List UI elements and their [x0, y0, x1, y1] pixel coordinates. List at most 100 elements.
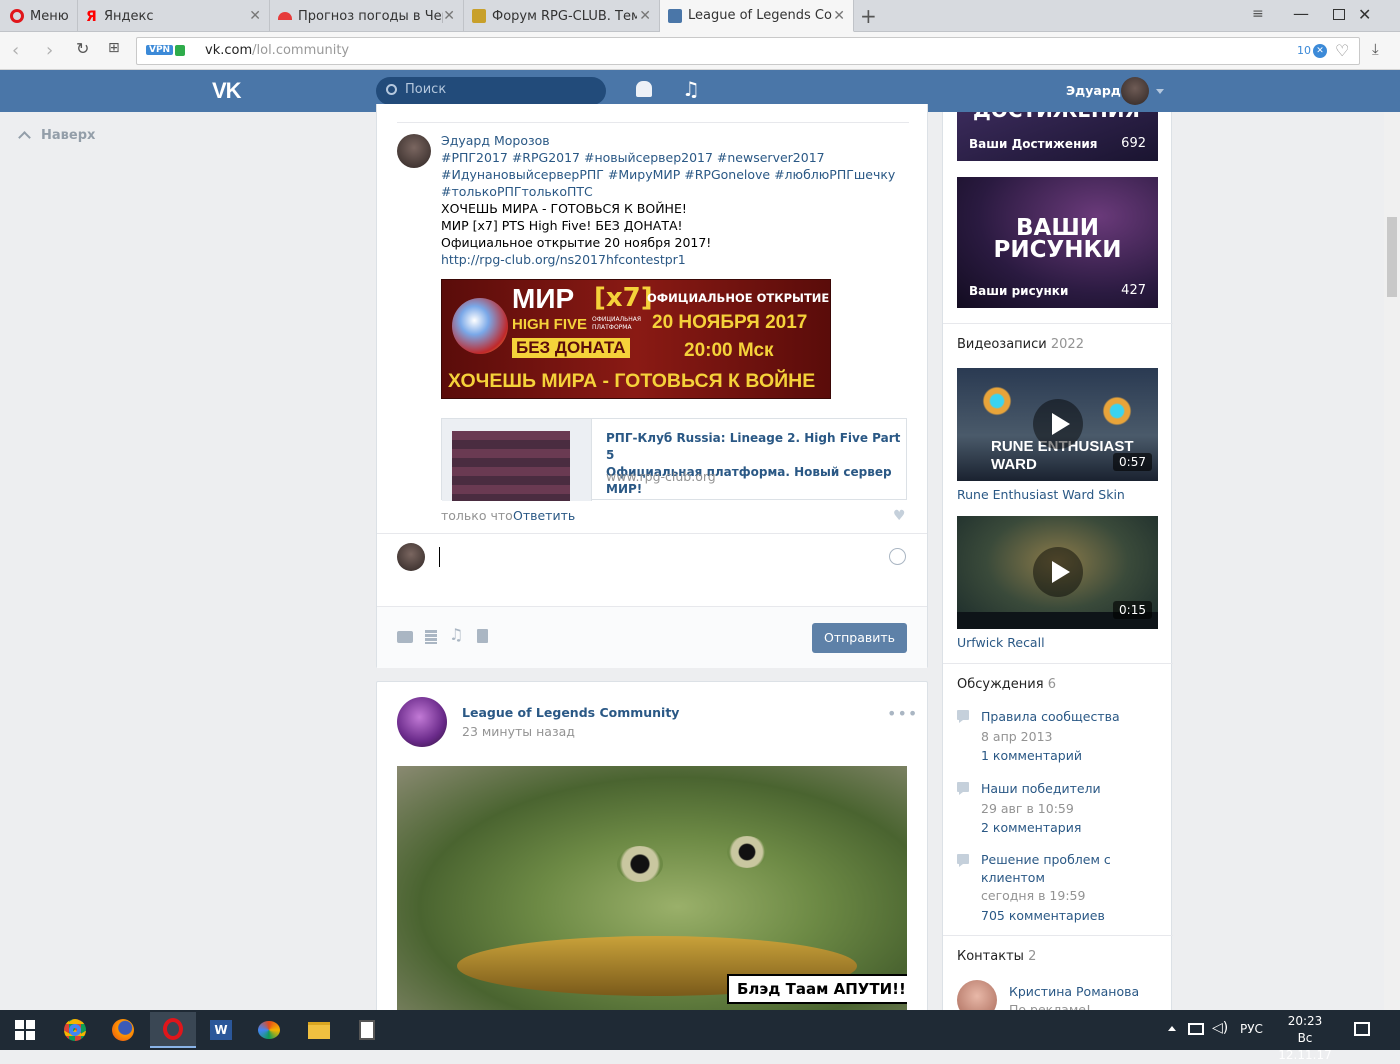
- reply-input[interactable]: [439, 547, 889, 567]
- page-scrollbar[interactable]: [1384, 112, 1400, 1010]
- comment-avatar[interactable]: [397, 134, 431, 168]
- archive-icon[interactable]: [344, 1012, 390, 1048]
- album-achievements[interactable]: ДОСТИЖЕНИЯ Ваши Достижения 692: [957, 112, 1158, 161]
- heart-icon[interactable]: ♡: [1335, 41, 1349, 60]
- comment-author[interactable]: Эдуард Морозов: [441, 132, 911, 149]
- discussion-title[interactable]: Наши победители: [957, 779, 1157, 799]
- video-title[interactable]: Urfwick Recall: [957, 635, 1045, 650]
- comment-bubble-icon: [957, 710, 969, 723]
- tab-menu-icon[interactable]: ≡: [1252, 6, 1264, 22]
- post-caption: Блэд Таам АПУТИ!!: [727, 974, 907, 1004]
- discussion-title[interactable]: Решение проблем с: [957, 851, 1157, 869]
- tab-title: Форум RPG-CLUB. Тема: N: [492, 8, 637, 24]
- search-box[interactable]: Поиск: [376, 77, 606, 105]
- back-icon[interactable]: ‹: [12, 40, 19, 61]
- music-icon[interactable]: ♫: [449, 625, 463, 644]
- like-icon[interactable]: ♥: [893, 508, 906, 524]
- minimize-icon[interactable]: —: [1293, 4, 1309, 23]
- contact-name[interactable]: Кристина Романова: [1009, 984, 1139, 999]
- video-thumbnail[interactable]: RUNE ENTHUSIAST WARD 0:57: [957, 368, 1158, 481]
- album-drawings[interactable]: ВАШИ РИСУНКИ Ваши рисунки 427: [957, 177, 1158, 308]
- comment-tags[interactable]: #толькоРПГтолькоПТС: [441, 183, 911, 200]
- back-to-top-link[interactable]: Наверх: [18, 128, 95, 144]
- close-icon[interactable]: ✕: [443, 8, 455, 24]
- tab-weather[interactable]: Прогноз погоды в Черни ✕: [270, 0, 464, 32]
- video-title[interactable]: Rune Enthusiast Ward Skin: [957, 487, 1125, 502]
- scrollbar-thumb[interactable]: [1387, 217, 1397, 297]
- forward-icon[interactable]: ›: [46, 40, 53, 61]
- contacts-title[interactable]: Контакты 2: [957, 949, 1036, 964]
- post-author[interactable]: League of Legends Community: [462, 705, 679, 720]
- reply-link[interactable]: Ответить: [513, 508, 575, 523]
- camera-icon[interactable]: [397, 631, 413, 643]
- language-indicator[interactable]: РУС: [1240, 1022, 1263, 1036]
- ward-art: [1097, 386, 1137, 436]
- new-tab-icon[interactable]: +: [860, 4, 877, 28]
- close-icon[interactable]: ✕: [249, 8, 261, 24]
- paint-icon[interactable]: [246, 1012, 292, 1048]
- tab-yandex[interactable]: Я Яндекс ✕: [78, 0, 270, 32]
- contact-avatar[interactable]: [957, 980, 997, 1010]
- opera-menu-button[interactable]: Меню: [0, 0, 78, 32]
- video-thumbnail[interactable]: 0:15: [957, 516, 1158, 629]
- windows-start-icon[interactable]: [2, 1012, 48, 1048]
- tray-chevron-icon[interactable]: [1168, 1026, 1176, 1031]
- network-icon[interactable]: [1188, 1023, 1204, 1035]
- music-icon[interactable]: ♫: [682, 77, 700, 101]
- download-icon[interactable]: ⤓: [1372, 40, 1379, 58]
- notifications-icon[interactable]: [1354, 1022, 1370, 1036]
- opera-taskbar-icon[interactable]: [150, 1012, 196, 1048]
- reload-icon[interactable]: ↻: [76, 39, 89, 58]
- discussion-comments[interactable]: 705 комментариев: [957, 907, 1157, 925]
- user-name[interactable]: Эдуард: [1066, 83, 1121, 98]
- window-close-icon[interactable]: ✕: [1358, 5, 1371, 24]
- post-image[interactable]: Блэд Таам АПУТИ!!: [397, 766, 907, 1022]
- vk-logo[interactable]: VK: [212, 78, 242, 104]
- maximize-icon[interactable]: [1333, 9, 1345, 20]
- bell-icon[interactable]: [636, 81, 652, 97]
- right-sidebar: ДОСТИЖЕНИЯ Ваши Достижения 692 ВАШИ РИСУ…: [942, 112, 1173, 1010]
- search-input[interactable]: Поиск: [405, 82, 446, 97]
- post-avatar[interactable]: [397, 697, 447, 747]
- discussion-item[interactable]: Решение проблем с клиентом сегодня в 19:…: [957, 851, 1157, 925]
- discussion-comments[interactable]: 2 комментария: [957, 818, 1157, 838]
- vpn-badge[interactable]: VPN: [146, 45, 174, 55]
- comment-tags[interactable]: #ИдунановыйсерверРПГ #МируМИР #RPGonelov…: [441, 166, 911, 183]
- send-button[interactable]: Отправить: [812, 623, 907, 653]
- comment-tags[interactable]: #РПГ2017 #RPG2017 #новыйсервер2017 #news…: [441, 149, 911, 166]
- word-icon[interactable]: W: [198, 1012, 244, 1048]
- volume-icon[interactable]: ◁): [1212, 1020, 1228, 1036]
- discussion-item[interactable]: Наши победители 29 авг в 10:59 2 коммент…: [957, 779, 1157, 838]
- discussion-item[interactable]: Правила сообщества 8 апр 2013 1 коммента…: [957, 707, 1157, 766]
- discussions-title[interactable]: Обсуждения 6: [957, 677, 1056, 692]
- post-time[interactable]: 23 минуты назад: [462, 724, 575, 739]
- discussion-title[interactable]: клиентом: [957, 869, 1157, 887]
- promo-banner-image[interactable]: МИР [x7] HIGH FIVE ОФИЦИАЛЬНАЯ ПЛАТФОРМА…: [441, 279, 831, 399]
- tab-lol-community[interactable]: League of Legends Comm ✕: [660, 0, 854, 32]
- play-icon[interactable]: [1033, 547, 1083, 597]
- discussion-comments[interactable]: 1 комментарий: [957, 746, 1157, 766]
- firefox-icon[interactable]: [100, 1012, 146, 1048]
- chrome-icon[interactable]: [52, 1012, 98, 1048]
- link-snippet[interactable]: РПГ-Клуб Russia: Lineage 2. High Five Pa…: [441, 418, 907, 501]
- file-explorer-icon[interactable]: [296, 1012, 342, 1048]
- tab-forum[interactable]: Форум RPG-CLUB. Тема: N ✕: [464, 0, 660, 32]
- video-icon[interactable]: [425, 630, 437, 644]
- comment-link[interactable]: http://rpg-club.org/ns2017hfcontestpr1: [441, 251, 911, 268]
- emoji-icon[interactable]: [889, 548, 906, 565]
- videos-title[interactable]: Видеозаписи 2022: [957, 337, 1084, 352]
- discussion-title[interactable]: Правила сообщества: [957, 707, 1157, 727]
- snippet-title[interactable]: РПГ-Клуб Russia: Lineage 2. High Five Pa…: [606, 430, 906, 498]
- speed-dial-icon[interactable]: ⊞: [108, 40, 120, 56]
- close-icon[interactable]: ✕: [639, 8, 651, 24]
- close-icon[interactable]: ✕: [833, 8, 845, 24]
- url-field[interactable]: VPN vk.com/lol.community 10 ✕ ♡: [136, 37, 1360, 65]
- adblock-icon[interactable]: ✕: [1313, 44, 1327, 58]
- logo-pane: [26, 1031, 35, 1040]
- chevron-down-icon[interactable]: [1156, 89, 1164, 94]
- more-options-icon[interactable]: •••: [887, 704, 918, 723]
- document-icon[interactable]: [477, 629, 488, 643]
- clock[interactable]: 20:23 Вс 12.11.17: [1274, 1013, 1336, 1064]
- play-icon[interactable]: [1033, 399, 1083, 449]
- avatar[interactable]: [1121, 77, 1149, 105]
